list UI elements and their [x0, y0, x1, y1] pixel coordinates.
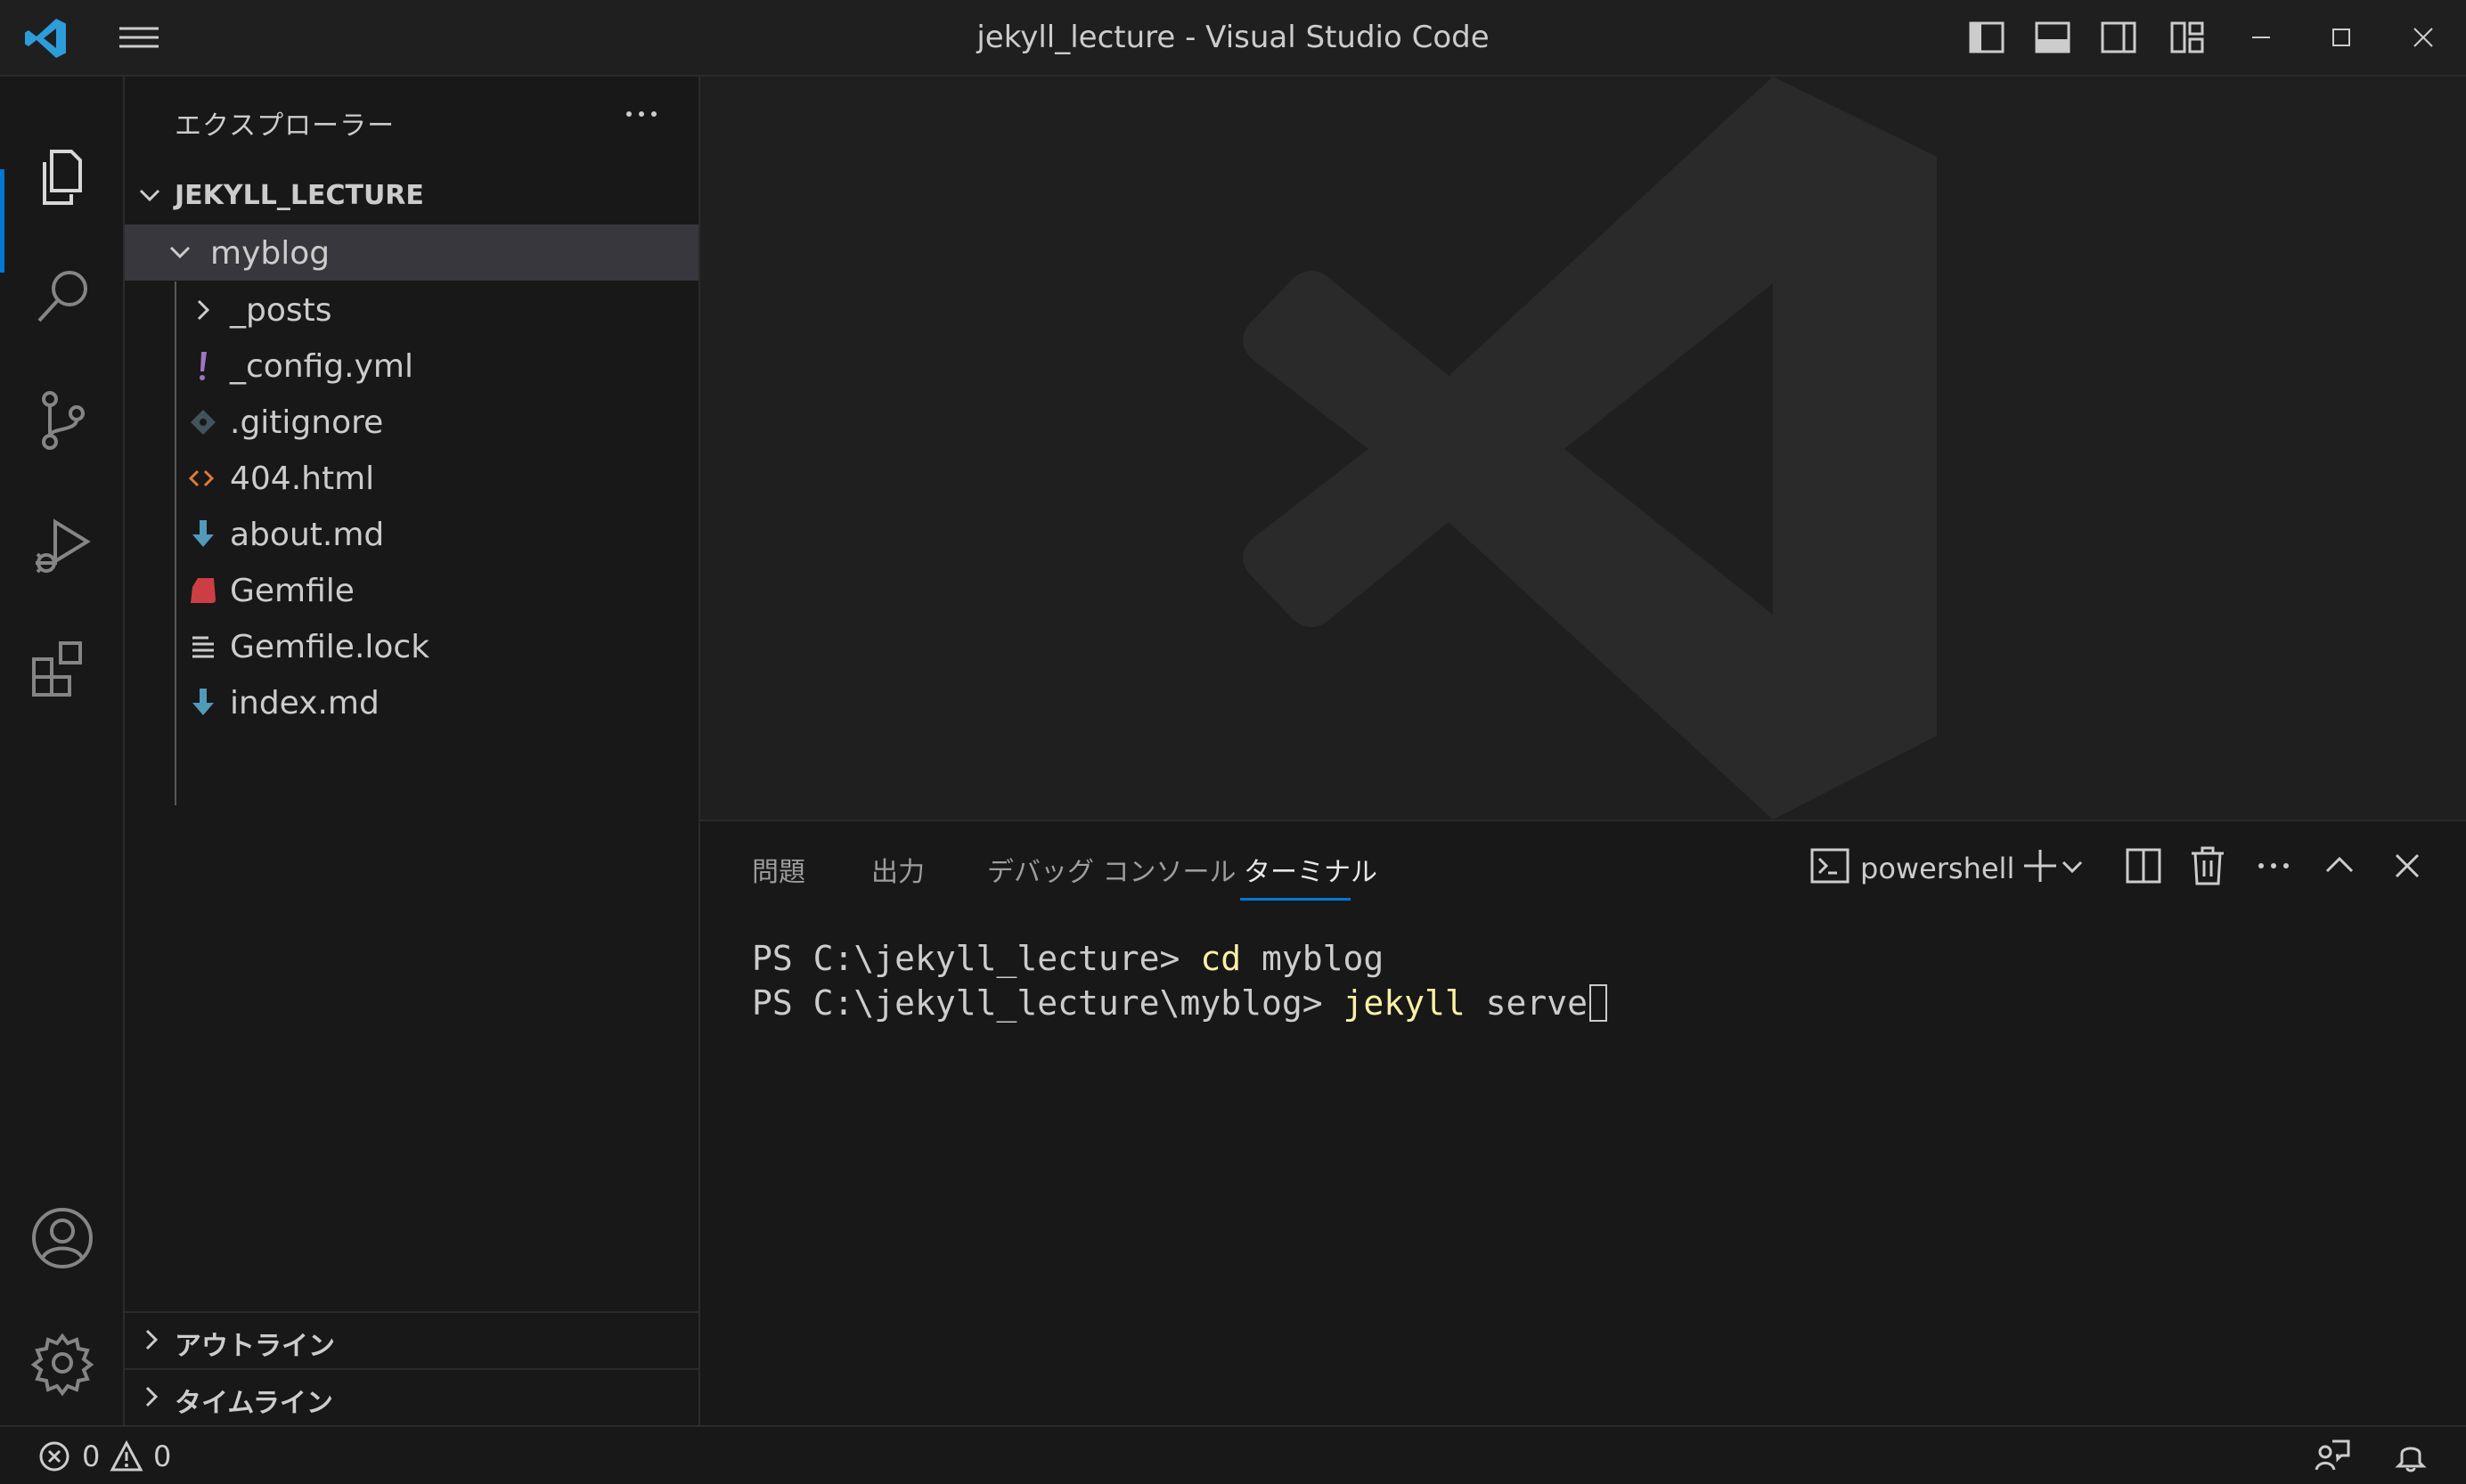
error-count[interactable]: 0 [82, 1439, 100, 1473]
warning-count[interactable]: 0 [153, 1439, 171, 1473]
tree-item-label: index.md [230, 685, 380, 722]
source-control-icon[interactable] [25, 383, 100, 458]
tree-item-index-md[interactable]: index.md [125, 674, 698, 730]
terminal-shell-icon[interactable] [1807, 843, 1853, 889]
terminal-shell-name[interactable]: powershell [1860, 852, 2014, 885]
tree-item-gemfile-lock[interactable]: Gemfile.lock [125, 618, 698, 674]
more-actions-icon[interactable] [2250, 843, 2297, 889]
tree-item-label: 404.html [230, 461, 375, 497]
timeline-section-header[interactable]: タイムライン [125, 1368, 698, 1425]
chevron-right-icon [135, 1324, 167, 1356]
status-bar: 0 0 [0, 1425, 2466, 1484]
vscode-watermark-icon [1226, 77, 2063, 819]
error-icon[interactable] [37, 1439, 71, 1473]
tree-item-label: Gemfile [230, 573, 355, 609]
terminal-prompt: PS C:\jekyll_lecture\myblog> [752, 983, 1343, 1023]
terminal-line[interactable]: PS C:\jekyll_lecture\myblog> jekyll serv… [752, 983, 1608, 1023]
close-window-icon[interactable] [2402, 16, 2445, 59]
chevron-right-icon [135, 1381, 167, 1413]
tab-output[interactable]: 出力 [871, 850, 925, 889]
chevron-up-icon[interactable] [2316, 843, 2363, 889]
active-tab-indicator [1240, 898, 1351, 901]
terminal-line[interactable]: PS C:\jekyll_lecture> cd myblog [752, 939, 1384, 978]
explorer-icon[interactable] [25, 139, 100, 214]
close-panel-icon[interactable] [2384, 843, 2430, 889]
tab-problems[interactable]: 問題 [752, 850, 805, 889]
chevron-right-icon [187, 294, 219, 326]
tab-debug-console[interactable]: デバッグ コンソール [987, 850, 1237, 889]
extensions-icon[interactable] [25, 632, 100, 707]
tree-item-404-html[interactable]: 404.html [125, 450, 698, 506]
timeline-label: タイムライン [175, 1388, 333, 1419]
markdown-file-icon [185, 517, 221, 552]
activity-active-indicator [0, 169, 4, 273]
terminal-command: jekyll [1343, 983, 1466, 1023]
chevron-down-icon[interactable] [2056, 843, 2088, 889]
tab-terminal[interactable]: ターミナル [1244, 850, 1377, 889]
ruby-file-icon [185, 573, 221, 608]
maximize-icon[interactable] [2320, 16, 2363, 59]
markdown-file-icon [185, 685, 221, 721]
tree-item-label: _posts [230, 292, 332, 329]
html-file-icon [184, 461, 219, 496]
warning-icon[interactable] [109, 1439, 144, 1473]
outline-label: アウトライン [175, 1331, 335, 1362]
outline-section-header[interactable]: アウトライン [125, 1311, 698, 1368]
tree-item-gitignore[interactable]: .gitignore [125, 394, 698, 450]
run-debug-icon[interactable] [25, 508, 100, 583]
settings-gear-icon[interactable] [25, 1325, 100, 1400]
terminal-cursor [1589, 984, 1608, 1022]
title-bar: jekyll_lecture - Visual Studio Code [0, 0, 2466, 77]
kill-terminal-trash-icon[interactable] [2184, 843, 2231, 889]
tree-item-about-md[interactable]: about.md [125, 506, 698, 562]
text-file-icon [185, 629, 221, 665]
chevron-down-icon [164, 237, 196, 269]
tree-item-config-yml[interactable]: _config.yml [125, 338, 698, 394]
feedback-icon[interactable] [2313, 1438, 2352, 1473]
chevron-down-icon [134, 180, 166, 212]
tree-item-label: myblog [210, 235, 331, 272]
workspace-folder-header[interactable]: JEKYLL_LECTURE [125, 169, 698, 223]
tree-item-gemfile[interactable]: Gemfile [125, 562, 698, 618]
tree-item-label: about.md [230, 517, 385, 553]
toggle-secondary-sidebar-icon[interactable] [2097, 16, 2140, 59]
terminal-prompt: PS C:\jekyll_lecture> [752, 939, 1201, 978]
bottom-panel: 問題 出力 デバッグ コンソール ターミナル powershell PS C:\… [700, 819, 2466, 1427]
tree-item-label: .gitignore [230, 404, 384, 441]
editor-area [700, 77, 2466, 819]
minimize-icon[interactable] [2240, 16, 2282, 59]
yaml-file-icon [187, 348, 219, 384]
terminal-command: cd [1200, 939, 1242, 978]
tree-item-label: _config.yml [230, 348, 413, 385]
toggle-primary-sidebar-icon[interactable] [1965, 16, 2008, 59]
workspace-folder-name: JEKYLL_LECTURE [175, 180, 424, 211]
tree-item-posts[interactable]: _posts [125, 281, 698, 338]
split-terminal-icon[interactable] [2120, 843, 2167, 889]
activity-bar [0, 77, 125, 1425]
explorer-title: エクスプローラー [175, 110, 396, 142]
search-icon[interactable] [25, 258, 100, 333]
tree-item-label: Gemfile.lock [230, 629, 430, 665]
tree-item-myblog[interactable]: myblog [125, 224, 698, 281]
account-icon[interactable] [25, 1201, 100, 1276]
customize-layout-icon[interactable] [2167, 16, 2209, 59]
explorer-sidebar: エクスプローラー JEKYLL_LECTURE myblog _posts _c… [125, 77, 700, 1425]
notifications-bell-icon[interactable] [2393, 1438, 2429, 1473]
more-actions-icon[interactable] [615, 96, 668, 132]
toggle-panel-icon[interactable] [2031, 16, 2074, 59]
terminal-argument: myblog [1241, 939, 1384, 978]
terminal-argument: serve [1465, 983, 1588, 1023]
git-file-icon [185, 404, 221, 440]
window-title: jekyll_lecture - Visual Studio Code [976, 20, 1490, 55]
